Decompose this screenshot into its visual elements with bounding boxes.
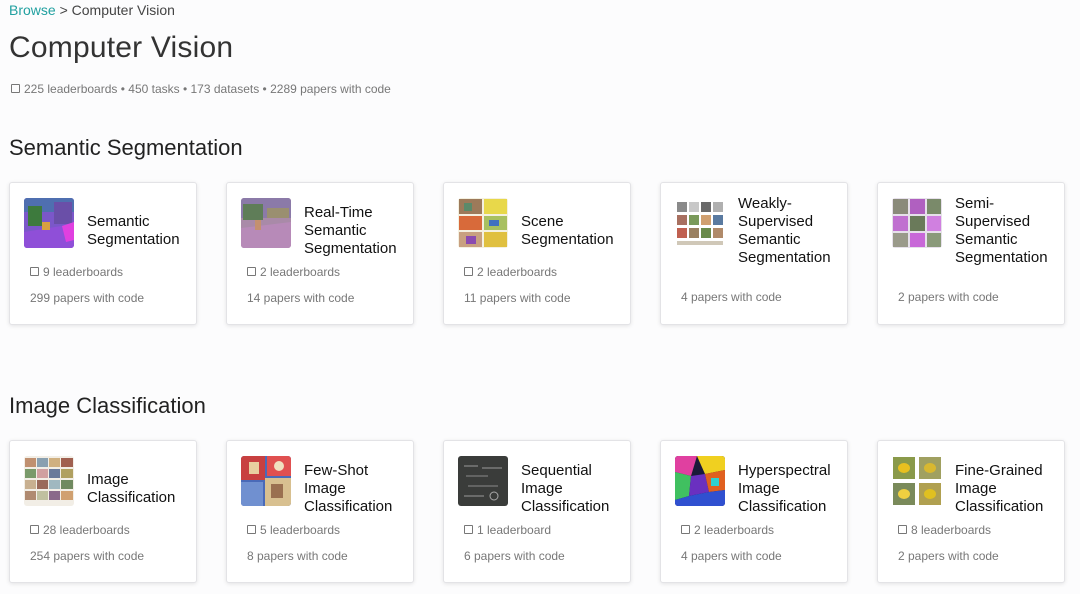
card-leaderboards: 5 leaderboards <box>247 523 340 537</box>
leaderboard-icon <box>898 525 907 534</box>
leaderboard-icon <box>681 525 690 534</box>
card-papers: 2 papers with code <box>898 290 999 304</box>
scene-blurred-icon <box>241 198 291 248</box>
cards-row-image-classification: Image Classification 28 leaderboards 254… <box>9 440 1065 583</box>
card-title: Semi-Supervised Semantic Segmentation <box>955 195 1048 266</box>
card-leaderboards: 9 leaderboards <box>30 265 123 279</box>
task-card-fine-grained-image-classification[interactable]: Fine-Grained Image Classification 8 lead… <box>877 440 1065 583</box>
task-card-weakly-supervised-semantic-segmentation[interactable]: Weakly-Supervised Semantic Segmentation … <box>660 182 848 325</box>
scene-purple-icon <box>24 198 74 248</box>
photo-grid-icon <box>24 456 74 506</box>
card-title: Sequential Image Classification <box>521 462 610 515</box>
card-leaderboards: 2 leaderboards <box>247 265 340 279</box>
task-card-semi-supervised-semantic-segmentation[interactable]: Semi-Supervised Semantic Segmentation 2 … <box>877 182 1065 325</box>
card-papers: 254 papers with code <box>30 549 145 563</box>
breadcrumb: Browse > Computer Vision <box>9 2 175 18</box>
leaderboard-icon <box>247 525 256 534</box>
card-title: Image Classification <box>87 471 176 506</box>
stats-line: 225 leaderboards • 450 tasks • 173 datas… <box>11 82 391 96</box>
cards-row-semantic-segmentation: Semantic Segmentation 9 leaderboards 299… <box>9 182 1065 325</box>
card-papers: 4 papers with code <box>681 290 782 304</box>
card-leaderboards: 28 leaderboards <box>30 523 130 537</box>
breadcrumb-browse-link[interactable]: Browse <box>9 2 56 18</box>
card-title: Scene Segmentation <box>521 213 614 248</box>
card-title: Fine-Grained Image Classification <box>955 462 1044 515</box>
image-mosaic-icon <box>675 198 725 248</box>
card-leaderboards: 8 leaderboards <box>898 523 991 537</box>
card-title: Semantic Segmentation <box>87 213 180 248</box>
leaderboard-icon <box>464 525 473 534</box>
card-papers: 11 papers with code <box>464 291 571 305</box>
task-card-few-shot-image-classification[interactable]: Few-Shot Image Classification 5 leaderbo… <box>226 440 414 583</box>
leaderboard-icon <box>30 267 39 276</box>
leaderboard-icon <box>247 267 256 276</box>
task-card-hyperspectral-image-classification[interactable]: Hyperspectral Image Classification 2 lea… <box>660 440 848 583</box>
task-card-semantic-segmentation[interactable]: Semantic Segmentation 9 leaderboards 299… <box>9 182 197 325</box>
card-papers: 8 papers with code <box>247 549 348 563</box>
breadcrumb-separator: > <box>59 2 68 18</box>
card-title: Weakly-Supervised Semantic Segmentation <box>738 195 831 266</box>
card-papers: 6 papers with code <box>464 549 565 563</box>
segmentation-grid-icon <box>458 198 508 248</box>
leaderboard-icon <box>11 84 20 93</box>
leaderboard-icon <box>464 267 473 276</box>
hyperspectral-map-icon <box>675 456 725 506</box>
task-card-image-classification[interactable]: Image Classification 28 leaderboards 254… <box>9 440 197 583</box>
card-papers: 2 papers with code <box>898 549 999 563</box>
task-card-scene-segmentation[interactable]: Scene Segmentation 2 leaderboards 11 pap… <box>443 182 631 325</box>
card-leaderboards: 2 leaderboards <box>464 265 557 279</box>
section-title-semantic-segmentation: Semantic Segmentation <box>9 135 243 160</box>
page-title: Computer Vision <box>9 31 234 64</box>
card-title: Real-Time Semantic Segmentation <box>304 204 397 257</box>
card-papers: 299 papers with code <box>30 291 145 305</box>
few-shot-collage-icon <box>241 456 291 506</box>
leaderboard-icon <box>30 525 39 534</box>
card-title: Hyperspectral Image Classification <box>738 462 831 515</box>
card-papers: 14 papers with code <box>247 291 355 305</box>
chalkboard-icon <box>458 456 508 506</box>
task-card-sequential-image-classification[interactable]: Sequential Image Classification 1 leader… <box>443 440 631 583</box>
card-papers: 4 papers with code <box>681 549 782 563</box>
task-card-real-time-semantic-segmentation[interactable]: Real-Time Semantic Segmentation 2 leader… <box>226 182 414 325</box>
card-title: Few-Shot Image Classification <box>304 462 393 515</box>
card-leaderboards: 2 leaderboards <box>681 523 774 537</box>
card-leaderboards: 1 leaderboard <box>464 523 551 537</box>
section-title-image-classification: Image Classification <box>9 393 206 418</box>
stats-text: 225 leaderboards • 450 tasks • 173 datas… <box>24 82 391 96</box>
mask-grid-icon <box>892 198 942 248</box>
breadcrumb-current: Computer Vision <box>71 2 175 18</box>
bird-grid-icon <box>892 456 942 506</box>
